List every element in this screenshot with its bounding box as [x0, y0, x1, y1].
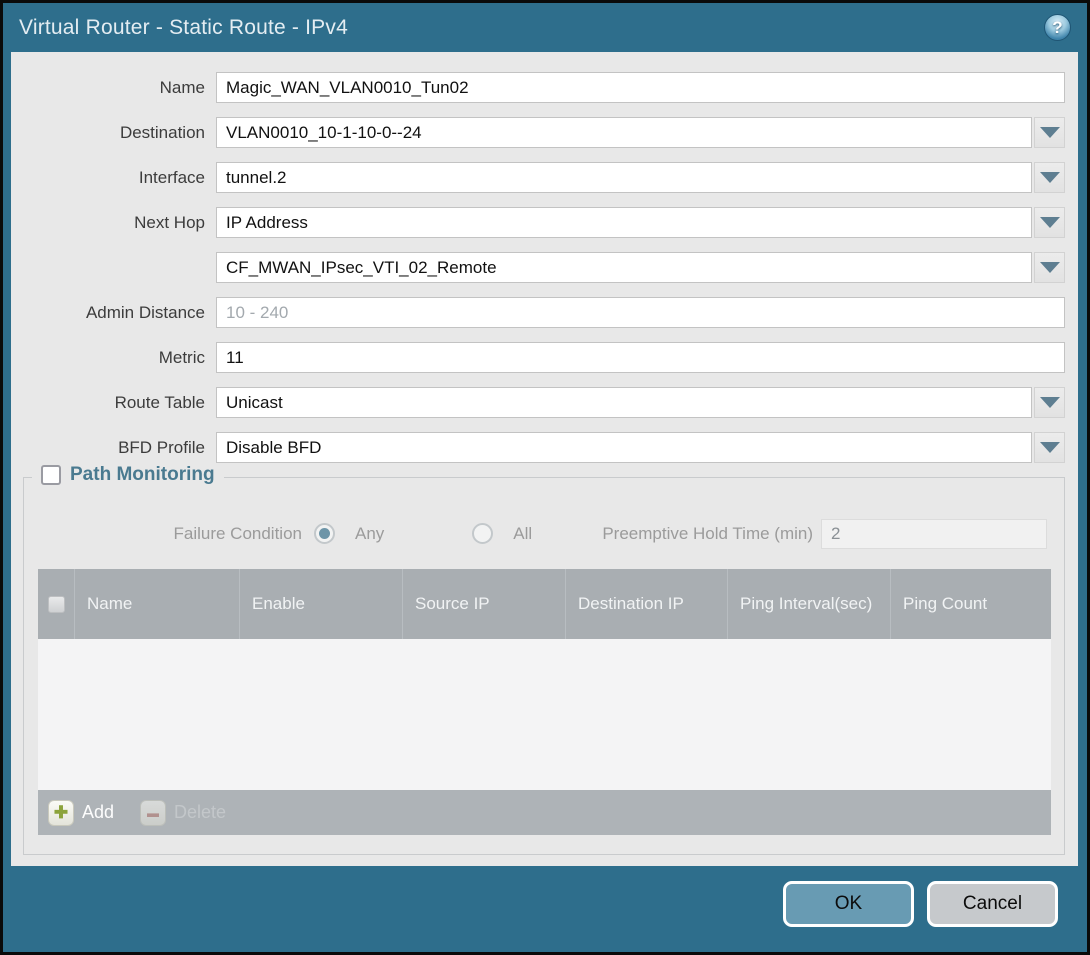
- next-hop-address-dropdown-button[interactable]: [1034, 252, 1065, 283]
- bfd-profile-dropdown-button[interactable]: [1034, 432, 1065, 463]
- delete-button[interactable]: Delete: [140, 800, 226, 826]
- chevron-down-icon: [1040, 262, 1060, 273]
- next-hop-row: Next Hop: [11, 207, 1065, 238]
- name-input[interactable]: [216, 72, 1065, 103]
- dialog-title-bar: Virtual Router - Static Route - IPv4: [3, 3, 1087, 52]
- metric-label: Metric: [11, 342, 216, 373]
- column-header-ping-interval[interactable]: Ping Interval(sec): [728, 569, 891, 639]
- path-monitoring-title: Path Monitoring: [70, 464, 215, 486]
- dialog-title: Virtual Router - Static Route - IPv4: [3, 16, 348, 40]
- minus-icon: [140, 800, 166, 826]
- preemptive-hold-time-input[interactable]: [821, 519, 1047, 549]
- add-button-label: Add: [82, 802, 114, 823]
- name-row: Name: [11, 72, 1065, 103]
- route-table-dropdown-button[interactable]: [1034, 387, 1065, 418]
- chevron-down-icon: [1040, 127, 1060, 138]
- metric-input[interactable]: [216, 342, 1065, 373]
- failure-condition-radio-group: Any All: [314, 523, 562, 544]
- name-label: Name: [11, 72, 216, 103]
- route-table-label: Route Table: [11, 387, 216, 418]
- interface-row: Interface: [11, 162, 1065, 193]
- metric-row: Metric: [11, 342, 1065, 373]
- chevron-down-icon: [1040, 172, 1060, 183]
- path-monitoring-legend: Path Monitoring: [32, 464, 224, 486]
- radio-all[interactable]: [472, 523, 493, 544]
- preemptive-hold-time-label: Preemptive Hold Time (min): [602, 524, 821, 544]
- destination-dropdown-button[interactable]: [1034, 117, 1065, 148]
- admin-distance-row: Admin Distance: [11, 297, 1065, 328]
- table-header-row: Name Enable Source IP Destination IP Pin…: [38, 569, 1051, 639]
- chevron-down-icon: [1040, 397, 1060, 408]
- static-route-dialog: Virtual Router - Static Route - IPv4 Nam…: [0, 0, 1090, 955]
- interface-input[interactable]: [216, 162, 1032, 193]
- bfd-profile-input[interactable]: [216, 432, 1032, 463]
- column-header-name[interactable]: Name: [75, 569, 240, 639]
- table-toolbar: Add Delete: [38, 790, 1051, 835]
- next-hop-label: Next Hop: [11, 207, 216, 238]
- dialog-footer: OK Cancel: [3, 866, 1087, 952]
- route-table-row: Route Table: [11, 387, 1065, 418]
- failure-condition-row: Failure Condition Any All Preemptive Hol…: [24, 518, 1064, 549]
- dialog-body: Name Destination Interface: [11, 52, 1078, 866]
- failure-condition-label: Failure Condition: [24, 524, 314, 544]
- column-header-ping-count[interactable]: Ping Count: [891, 569, 1051, 639]
- destination-input[interactable]: [216, 117, 1032, 148]
- interface-label: Interface: [11, 162, 216, 193]
- table-body-empty: [38, 639, 1051, 790]
- bfd-profile-label: BFD Profile: [11, 432, 216, 463]
- chevron-down-icon: [1040, 442, 1060, 453]
- add-button[interactable]: Add: [48, 800, 114, 826]
- next-hop-type-dropdown-button[interactable]: [1034, 207, 1065, 238]
- chevron-down-icon: [1040, 217, 1060, 228]
- interface-dropdown-button[interactable]: [1034, 162, 1065, 193]
- plus-icon: [48, 800, 74, 826]
- admin-distance-input[interactable]: [216, 297, 1065, 328]
- next-hop-type-input[interactable]: [216, 207, 1032, 238]
- destination-label: Destination: [11, 117, 216, 148]
- next-hop-address-row: [11, 252, 1065, 283]
- next-hop-address-label: [11, 252, 216, 283]
- column-header-source-ip[interactable]: Source IP: [403, 569, 566, 639]
- delete-button-label: Delete: [174, 802, 226, 823]
- next-hop-address-input[interactable]: [216, 252, 1032, 283]
- bfd-profile-row: BFD Profile: [11, 432, 1065, 463]
- column-header-enable[interactable]: Enable: [240, 569, 403, 639]
- ok-button[interactable]: OK: [783, 881, 914, 927]
- select-all-checkbox[interactable]: [48, 596, 65, 613]
- radio-any-label: Any: [355, 524, 384, 544]
- destination-row: Destination: [11, 117, 1065, 148]
- radio-all-label: All: [513, 524, 532, 544]
- route-table-input[interactable]: [216, 387, 1032, 418]
- path-monitoring-checkbox[interactable]: [41, 465, 61, 485]
- table-header-select-all[interactable]: [38, 569, 75, 639]
- path-monitoring-section: Path Monitoring Failure Condition Any Al…: [23, 477, 1065, 855]
- admin-distance-label: Admin Distance: [11, 297, 216, 328]
- column-header-destination-ip[interactable]: Destination IP: [566, 569, 728, 639]
- path-monitoring-table: Name Enable Source IP Destination IP Pin…: [38, 569, 1051, 835]
- cancel-button[interactable]: Cancel: [927, 881, 1058, 927]
- help-icon[interactable]: [1044, 14, 1071, 41]
- radio-any[interactable]: [314, 523, 335, 544]
